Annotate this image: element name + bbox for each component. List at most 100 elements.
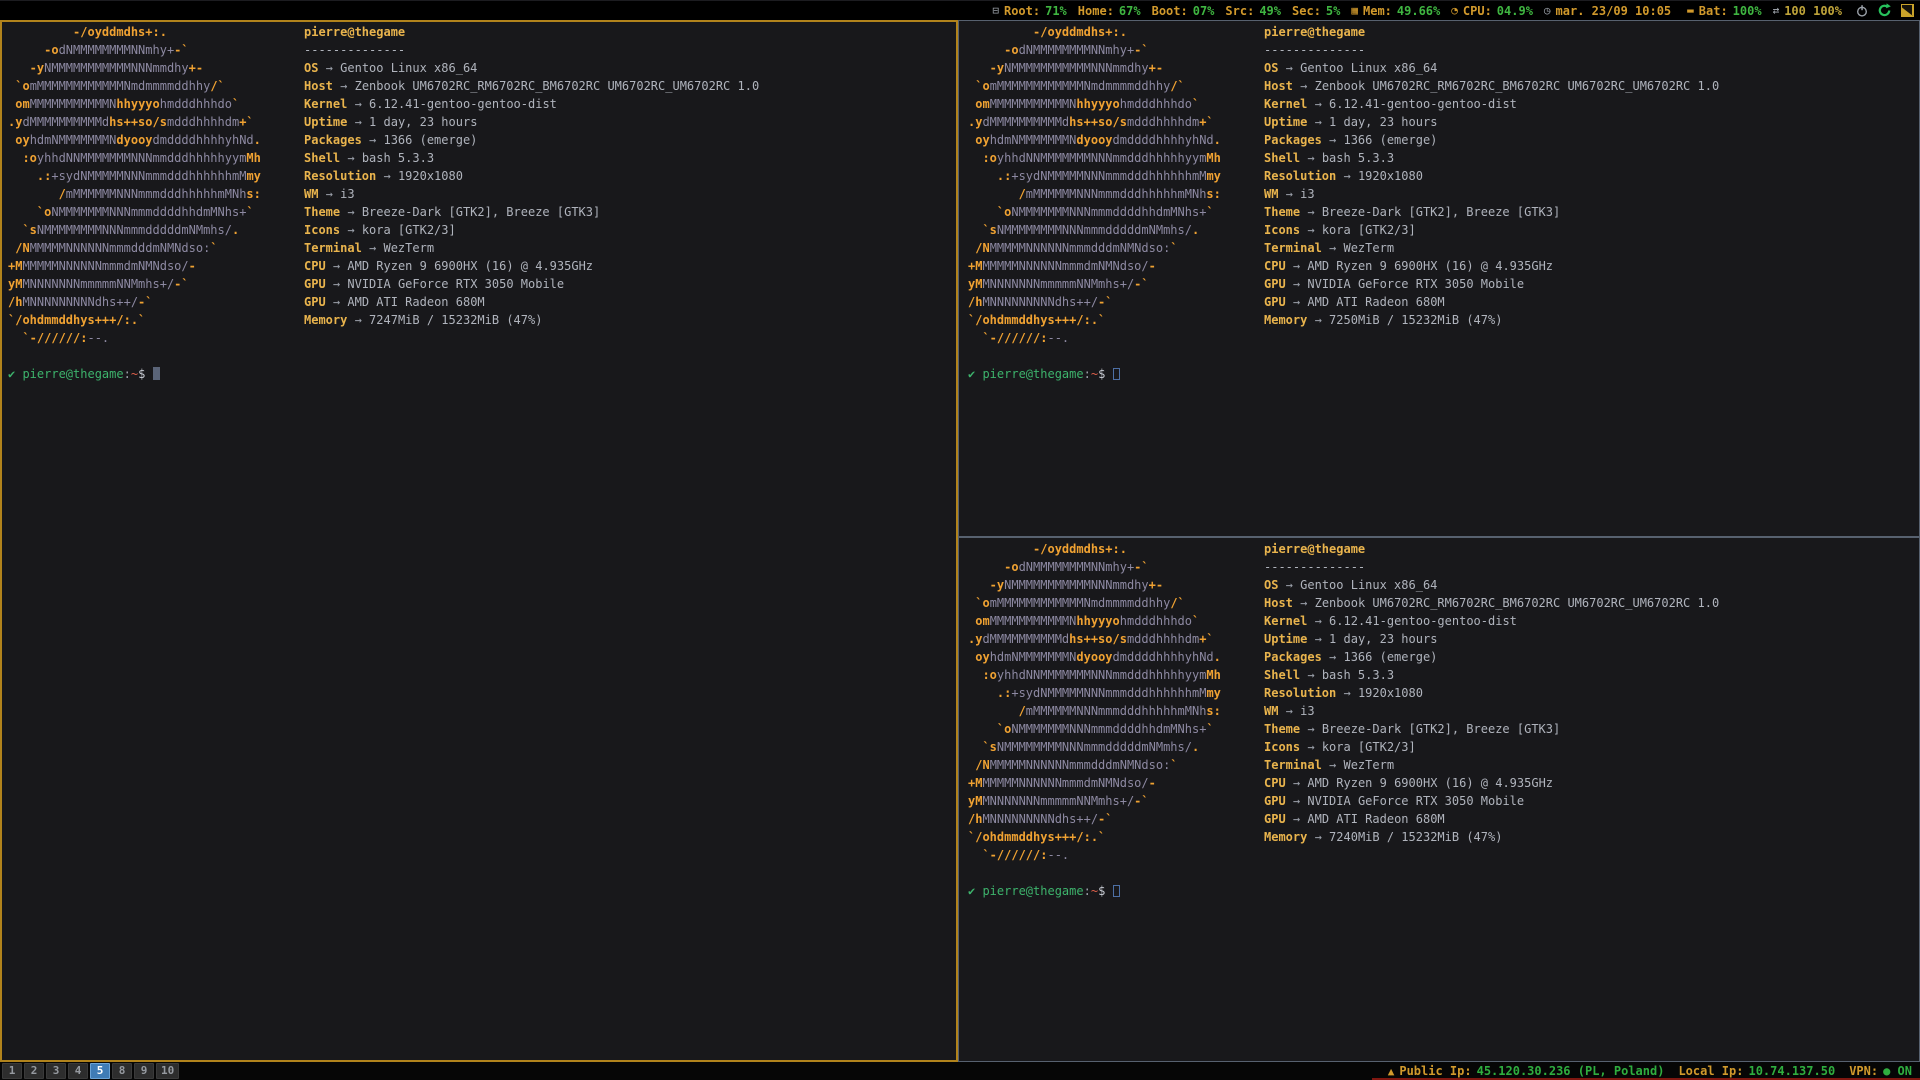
fetch-label: Host bbox=[304, 79, 333, 93]
terminal-blank-row bbox=[8, 347, 956, 365]
ascii-art-segment: +M bbox=[8, 259, 22, 273]
ascii-art-line: yMMNNNNNNNmmmmmNNMmhs+/-` bbox=[8, 275, 304, 293]
terminal-row: :oyhhdNNMMMMMMMNNNmmdddhhhhhyymMhShell →… bbox=[8, 149, 956, 167]
ascii-art-segment: NMMMMMMMMNNNmmmdddddmNMmhs/ bbox=[997, 223, 1192, 237]
fetch-value: 6.12.41-gentoo-gentoo-dist bbox=[369, 97, 557, 111]
terminal-row: /NMMMMMNNNNNNmmmdddmNMNdso:`Terminal → W… bbox=[8, 239, 956, 257]
ascii-art-line: oyhdmNMMMMMMMNdyooydmddddhhhhyhNd. bbox=[8, 131, 304, 149]
sync-tray-icon[interactable] bbox=[1877, 3, 1892, 18]
ascii-art-line: /hMNNNNNNNNNdhs++/-` bbox=[968, 293, 1264, 311]
fetch-label: GPU bbox=[304, 295, 326, 309]
ascii-art-segment: NMMMMMMMMMMMNNNmmdhy bbox=[1004, 578, 1149, 592]
workspace-button-1[interactable]: 1 bbox=[2, 1063, 22, 1079]
prompt-path: ~ bbox=[131, 367, 138, 381]
terminal-row: :oyhhdNNMMMMMMMNNNmmdddhhhhhyymMhShell →… bbox=[968, 149, 1919, 167]
terminal-cursor[interactable] bbox=[1113, 885, 1120, 897]
terminal-pane-top-right[interactable]: -/oyddmdhs+:.pierre@thegame -odNMMMMMMMM… bbox=[958, 20, 1920, 537]
ascii-art-segment: hhyyyo bbox=[1076, 614, 1119, 628]
fetch-arrow: → bbox=[1307, 115, 1329, 129]
fetch-value: i3 bbox=[340, 187, 354, 201]
ascii-art-segment: . bbox=[1214, 650, 1221, 664]
bar-value: ● ON bbox=[1883, 1064, 1912, 1078]
prompt-user: pierre@thegame bbox=[982, 367, 1083, 381]
terminal-row: yMMNNNNNNNmmmmmNNMmhs+/-`GPU → NVIDIA Ge… bbox=[968, 275, 1919, 293]
workspace-button-9[interactable]: 9 bbox=[134, 1063, 154, 1079]
terminal-row: -yNMMMMMMMMMMMNNNmmdhy+-OS → Gentoo Linu… bbox=[968, 59, 1919, 77]
ascii-art-line: `/ohdmmddhys+++/:.` bbox=[968, 828, 1264, 846]
ascii-art-line: :oyhhdNNMMMMMMMNNNmmdddhhhhhyymMh bbox=[968, 666, 1264, 684]
ascii-art-segment: MNNNNNNNmmmmmNNMmhs+/ bbox=[982, 277, 1134, 291]
fetch-value: 1 day, 23 hours bbox=[1329, 115, 1437, 129]
terminal-row: /mMMMMMMNNNmmmdddhhhhhmMNhs:WM → i3 bbox=[968, 185, 1919, 203]
app-tray-icon[interactable] bbox=[1901, 4, 1914, 17]
fetch-label: Shell bbox=[304, 151, 340, 165]
workspace-button-8[interactable]: 8 bbox=[112, 1063, 132, 1079]
ascii-art-line: `sNMMMMMMMMNNNmmmdddddmNMmhs/. bbox=[8, 221, 304, 239]
ascii-art-segment: `o bbox=[968, 596, 990, 610]
ascii-art-segment: hmdddhhhdo bbox=[1120, 97, 1192, 111]
bar-value: 71% bbox=[1045, 4, 1067, 18]
fetch-label: Resolution bbox=[1264, 169, 1336, 183]
fetch-arrow: → bbox=[1300, 151, 1322, 165]
ascii-art-segment: yhhdNNMMMMMMMNNNmmdddhhhhhyym bbox=[997, 668, 1207, 682]
fetch-label: Host bbox=[1264, 79, 1293, 93]
terminal-row: -/oyddmdhs+:.pierre@thegame bbox=[968, 23, 1919, 41]
ascii-art-segment: :o bbox=[968, 668, 997, 682]
fetch-label: WM bbox=[1264, 704, 1278, 718]
fetch-label: GPU bbox=[1264, 794, 1286, 808]
fetch-label: GPU bbox=[1264, 277, 1286, 291]
fetch-value: 1920x1080 bbox=[398, 169, 463, 183]
fetch-value: bash 5.3.3 bbox=[1322, 151, 1394, 165]
ascii-art-segment: -o bbox=[8, 43, 59, 57]
ascii-art-segment: MMMMMNNNNNNmmmdddmNMNdso: bbox=[990, 758, 1171, 772]
terminal-row: `/ohdmmddhys+++/:.`Memory → 7240MiB / 15… bbox=[968, 828, 1919, 846]
ascii-art-line: `oNMMMMMMMNNNmmmddddhhdmMNhs+` bbox=[968, 720, 1264, 738]
ascii-art-segment: hhyyyo bbox=[116, 97, 159, 111]
terminal-cursor[interactable] bbox=[153, 367, 160, 380]
workspace-button-4[interactable]: 4 bbox=[68, 1063, 88, 1079]
terminal-row: -odNMMMMMMMMNNmhy+-`-------------- bbox=[968, 41, 1919, 59]
terminal-pane-bottom-right[interactable]: -/oyddmdhs+:.pierre@thegame -odNMMMMMMMM… bbox=[958, 537, 1920, 1062]
fetch-arrow: → bbox=[1307, 830, 1329, 844]
power-icon[interactable] bbox=[1856, 5, 1868, 17]
terminal-row: `oNMMMMMMMNNNmmmddddhhdmMNhs+`Theme → Br… bbox=[968, 720, 1919, 738]
ascii-art-segment: Mh bbox=[1206, 151, 1220, 165]
prompt-colon: : bbox=[1084, 367, 1091, 381]
bar-module: Boot:07% bbox=[1152, 4, 1215, 18]
uplink-icon: ▲ bbox=[1388, 1065, 1395, 1078]
prompt-colon: : bbox=[1084, 884, 1091, 898]
fetch-label: Theme bbox=[304, 205, 340, 219]
ascii-art-segment: oy bbox=[968, 133, 990, 147]
fetch-value: 1366 (emerge) bbox=[1343, 133, 1437, 147]
terminal-pane-left[interactable]: -/oyddmdhs+:.pierre@thegame -odNMMMMMMMM… bbox=[0, 20, 958, 1062]
ascii-art-segment: / bbox=[8, 187, 66, 201]
terminal-row: `oNMMMMMMMNNNmmmddddhhdmMNhs+`Theme → Br… bbox=[968, 203, 1919, 221]
fetch-label: GPU bbox=[1264, 812, 1286, 826]
bar-label: Sec: bbox=[1292, 4, 1321, 18]
top-status-bar: ⊟Root:71%Home:67%Boot:07%Src:49%Sec:5%▦M… bbox=[0, 0, 1920, 20]
workspace-button-2[interactable]: 2 bbox=[24, 1063, 44, 1079]
terminal-row: `-//////:--. bbox=[968, 846, 1919, 864]
ascii-art-segment: MNNNNNNNNNdhs++/ bbox=[982, 812, 1098, 826]
fetch-arrow: → bbox=[326, 295, 348, 309]
fetch-value: AMD Ryzen 9 6900HX (16) @ 4.935GHz bbox=[1307, 776, 1553, 790]
terminal-row: `oNMMMMMMMNNNmmmddddhhdmMNhs+`Theme → Br… bbox=[8, 203, 956, 221]
fetch-arrow: → bbox=[1307, 614, 1329, 628]
workspace-button-5[interactable]: 5 bbox=[90, 1063, 110, 1079]
bar-label: CPU: bbox=[1463, 4, 1492, 18]
ascii-art-segment: mMMMMMMNNNmmmdddhhhhhmMNh bbox=[66, 187, 247, 201]
ascii-art-segment: -/oyddmdhs+:. bbox=[968, 25, 1127, 39]
workspace-button-10[interactable]: 10 bbox=[156, 1063, 179, 1079]
ascii-art-segment: dmddddhhhhyhNd bbox=[1113, 650, 1214, 664]
ascii-art-segment: /N bbox=[968, 241, 990, 255]
workspace-button-3[interactable]: 3 bbox=[46, 1063, 66, 1079]
fetch-value: Gentoo Linux x86_64 bbox=[1300, 578, 1437, 592]
ascii-art-segment: ` bbox=[246, 205, 253, 219]
fetch-value: WezTerm bbox=[1343, 241, 1394, 255]
fetch-arrow: → bbox=[1293, 79, 1315, 93]
ascii-art-segment: om bbox=[968, 97, 990, 111]
ascii-art-segment: `o bbox=[968, 79, 990, 93]
terminal-cursor[interactable] bbox=[1113, 368, 1120, 380]
ascii-art-segment: MNNNNNNNmmmmmNNMmhs+/ bbox=[982, 794, 1134, 808]
fetch-label: Uptime bbox=[1264, 632, 1307, 646]
